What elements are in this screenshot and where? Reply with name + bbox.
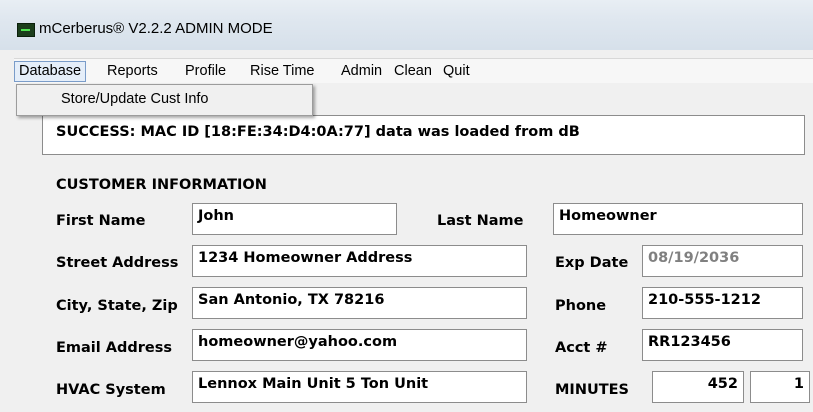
city-state-zip-field[interactable]: San Antonio, TX 78216 xyxy=(192,287,527,319)
status-message-box: SUCCESS: MAC ID [18:FE:34:D4:0A:77] data… xyxy=(42,115,805,155)
hvac-system-value: Lennox Main Unit 5 Ton Unit xyxy=(198,376,429,392)
minutes-extra-field[interactable]: 1 xyxy=(750,371,810,403)
last-name-label: Last Name xyxy=(437,213,524,229)
minutes-field[interactable]: 452 xyxy=(652,371,744,403)
menu-reports[interactable]: Reports xyxy=(103,62,162,81)
menu-profile[interactable]: Profile xyxy=(181,62,230,81)
email-address-field[interactable]: homeowner@yahoo.com xyxy=(192,329,527,361)
first-name-label: First Name xyxy=(56,213,146,229)
phone-label: Phone xyxy=(555,298,607,314)
section-title: CUSTOMER INFORMATION xyxy=(56,177,267,193)
title-bar[interactable]: mCerberus® V2.2.2 ADMIN MODE xyxy=(0,0,813,50)
minutes-value: 452 xyxy=(707,376,738,392)
hvac-system-label: HVAC System xyxy=(56,382,166,398)
menu-clean[interactable]: Clean xyxy=(390,62,436,81)
first-name-value: John xyxy=(198,208,235,224)
phone-field[interactable]: 210-555-1212 xyxy=(642,287,803,319)
status-message: SUCCESS: MAC ID [18:FE:34:D4:0A:77] data… xyxy=(56,124,580,140)
menu-item-store-update-cust-info[interactable]: Store/Update Cust Info xyxy=(61,91,209,107)
first-name-field[interactable]: John xyxy=(192,203,397,235)
exp-date-value: 08/19/2036 xyxy=(648,250,740,266)
city-state-zip-value: San Antonio, TX 78216 xyxy=(198,292,385,308)
app-window: mCerberus® V2.2.2 ADMIN MODE Database Re… xyxy=(0,0,813,412)
app-icon xyxy=(17,23,35,37)
last-name-value: Homeowner xyxy=(559,208,657,224)
email-address-value: homeowner@yahoo.com xyxy=(198,334,398,350)
phone-value: 210-555-1212 xyxy=(648,292,761,308)
acct-value: RR123456 xyxy=(648,334,731,350)
minutes-extra-value: 1 xyxy=(793,376,804,392)
exp-date-label: Exp Date xyxy=(555,255,629,271)
hvac-system-field[interactable]: Lennox Main Unit 5 Ton Unit xyxy=(192,371,527,403)
menu-bar: Database Reports Profile Rise Time Admin… xyxy=(14,58,813,83)
menu-quit[interactable]: Quit xyxy=(439,62,474,81)
street-address-field[interactable]: 1234 Homeowner Address xyxy=(192,245,527,277)
street-address-value: 1234 Homeowner Address xyxy=(198,250,413,266)
database-dropdown-menu: Store/Update Cust Info xyxy=(16,84,313,116)
email-address-label: Email Address xyxy=(56,340,173,356)
menu-database[interactable]: Database xyxy=(14,61,87,82)
minutes-label: MINUTES xyxy=(555,382,629,398)
acct-label: Acct # xyxy=(555,340,608,356)
window-title: mCerberus® V2.2.2 ADMIN MODE xyxy=(39,20,273,37)
street-address-label: Street Address xyxy=(56,255,179,271)
menu-admin[interactable]: Admin xyxy=(337,62,386,81)
exp-date-field[interactable]: 08/19/2036 xyxy=(642,245,803,277)
last-name-field[interactable]: Homeowner xyxy=(553,203,803,235)
acct-field[interactable]: RR123456 xyxy=(642,329,803,361)
menu-rise-time[interactable]: Rise Time xyxy=(246,62,318,81)
city-state-zip-label: City, State, Zip xyxy=(56,298,178,314)
